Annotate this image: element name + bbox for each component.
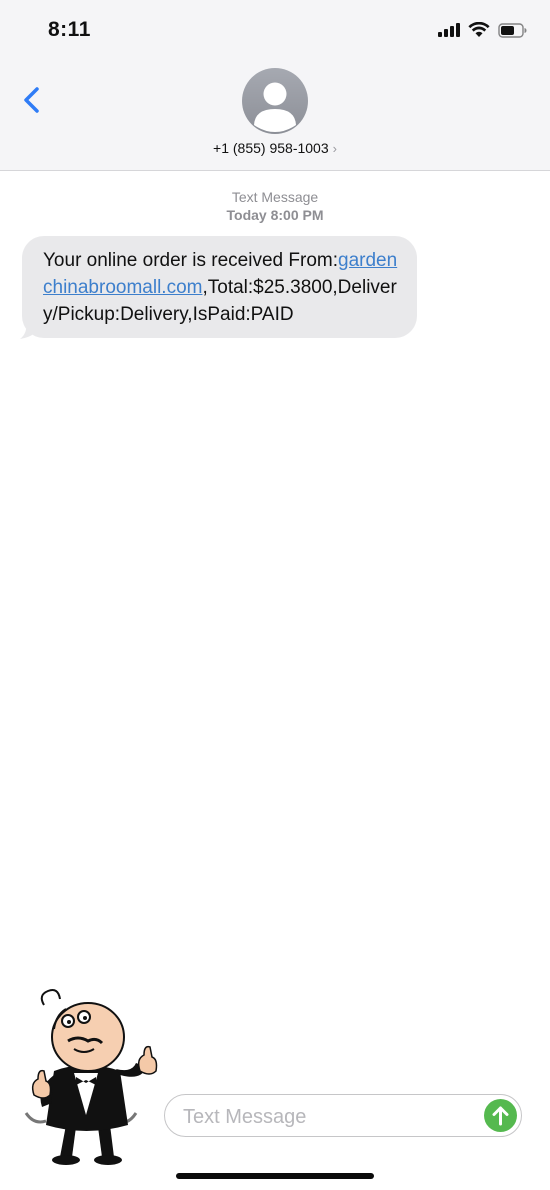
conversation-header: 8:11 +1 (855) 958-1003 › <box>0 0 550 171</box>
contact-avatar[interactable] <box>242 68 308 134</box>
status-icons <box>438 22 528 38</box>
message-text: Your online order is received From: <box>43 250 338 271</box>
chevron-right-icon: › <box>332 141 337 156</box>
home-indicator[interactable] <box>176 1173 374 1179</box>
contact-number: +1 (855) 958-1003 <box>213 140 329 156</box>
contact-name-button[interactable]: +1 (855) 958-1003 › <box>0 140 550 156</box>
send-button[interactable] <box>484 1099 517 1132</box>
service-label: Text Message <box>231 189 319 205</box>
status-time: 8:11 <box>48 18 91 41</box>
message-compose-field[interactable] <box>164 1094 522 1137</box>
messages-screen: 8:11 +1 (855) 958-1003 › Text Message To… <box>0 0 550 1190</box>
send-arrow-up-icon <box>492 1106 509 1126</box>
message-meta: Text Message Today 8:00 PM <box>0 188 550 224</box>
message-timestamp: Today 8:00 PM <box>226 207 324 223</box>
text-message-input[interactable] <box>181 1102 475 1132</box>
message-bubble[interactable]: Your online order is received From:garde… <box>22 236 417 338</box>
back-button[interactable] <box>16 80 48 120</box>
cellular-signal-icon <box>438 23 460 37</box>
incoming-message: Your online order is received From:garde… <box>20 236 417 339</box>
mascot-thumbs-up-sticker <box>24 989 158 1165</box>
wifi-icon <box>468 22 490 37</box>
person-avatar-icon <box>254 82 296 132</box>
battery-icon <box>498 22 527 38</box>
chevron-left-icon <box>24 87 39 113</box>
